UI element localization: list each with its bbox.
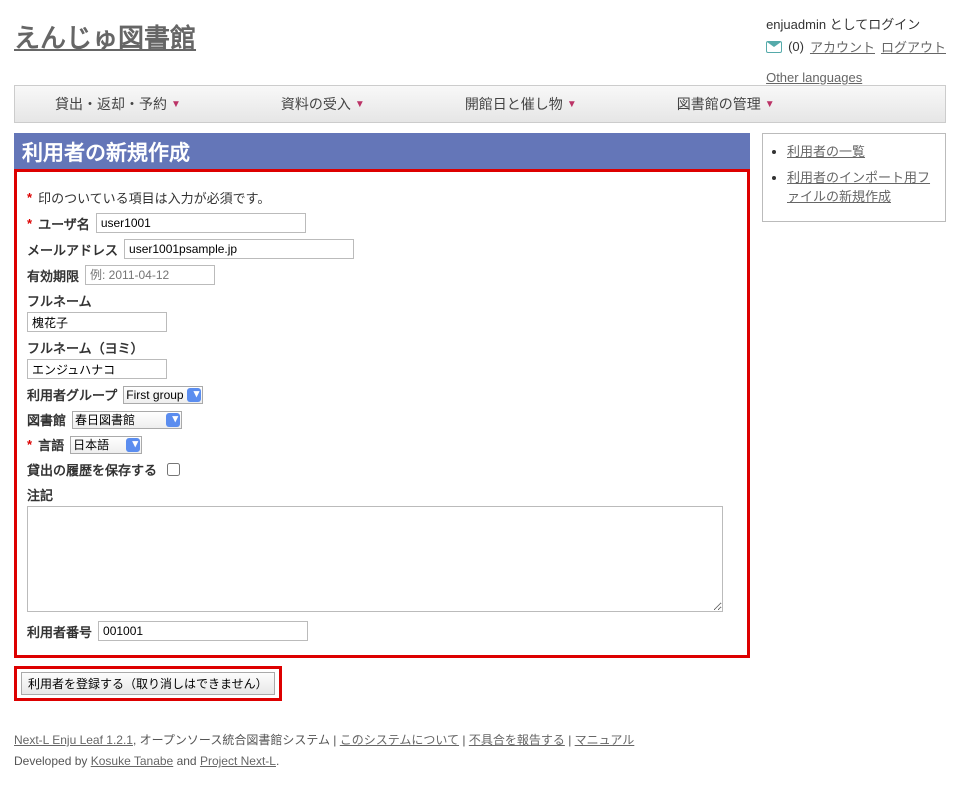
library-select-wrap: 春日図書館 <box>72 411 182 429</box>
required-asterisk-icon: * <box>27 190 32 205</box>
mail-icon[interactable] <box>766 41 782 53</box>
mail-count: (0) <box>788 39 804 54</box>
sidebar-item-users: 利用者の一覧 <box>787 142 939 162</box>
sidebar: 利用者の一覧 利用者のインポート用ファイルの新規作成 <box>762 133 946 222</box>
footer-dev-mid: and <box>173 754 200 768</box>
login-box: enjuadmin としてログイン (0) アカウント ログアウト Other … <box>766 14 946 85</box>
submit-button[interactable] <box>21 672 275 695</box>
menubar: 貸出・返却・予約 ▼ 資料の受入 ▼ 開館日と催し物 ▼ 図書館の管理 ▼ <box>14 85 946 123</box>
account-link[interactable]: アカウント <box>810 37 875 56</box>
footer-product-link[interactable]: Next-L Enju Leaf 1.2.1 <box>14 733 133 747</box>
note-label: 注記 <box>27 485 737 504</box>
save-history-checkbox[interactable] <box>167 463 180 476</box>
user-number-label: 利用者番号 <box>27 622 92 641</box>
footer-dev2-link[interactable]: Project Next-L <box>200 754 276 768</box>
menu-admin[interactable]: 図書館の管理 ▼ <box>647 92 805 116</box>
username-label: ユーザ名 <box>38 214 90 233</box>
menu-checkout-label: 貸出・返却・予約 <box>55 94 167 114</box>
chevron-down-icon: ▼ <box>171 99 181 110</box>
username-input[interactable] <box>96 213 306 233</box>
footer-product-tail: , オープンソース統合図書館システム | <box>133 733 336 747</box>
library-select[interactable]: 春日図書館 <box>72 411 182 429</box>
required-asterisk-icon: * <box>27 437 32 452</box>
fullname-input[interactable] <box>27 312 167 332</box>
library-label: 図書館 <box>27 410 66 429</box>
email-label: メールアドレス <box>27 240 118 259</box>
footer-dev-lead: Developed by <box>14 754 91 768</box>
user-number-input[interactable] <box>98 621 308 641</box>
chevron-down-icon: ▼ <box>765 99 775 110</box>
sidebar-item-import: 利用者のインポート用ファイルの新規作成 <box>787 168 939 207</box>
fullname-kana-input[interactable] <box>27 359 167 379</box>
footer-manual-link[interactable]: マニュアル <box>575 733 635 747</box>
login-status: enjuadmin としてログイン <box>766 14 920 33</box>
logout-link[interactable]: ログアウト <box>881 37 946 56</box>
user-form: * 印のついている項目は入力が必須です。 * ユーザ名 メールアドレス 有効期限… <box>14 169 750 658</box>
sidebar-link-users-list[interactable]: 利用者の一覧 <box>787 144 865 159</box>
menu-admin-label: 図書館の管理 <box>677 94 761 114</box>
email-input[interactable] <box>124 239 354 259</box>
group-select[interactable]: First group <box>123 386 203 404</box>
other-languages-link[interactable]: Other languages <box>766 70 862 85</box>
footer-dev1-link[interactable]: Kosuke Tanabe <box>91 754 174 768</box>
note-textarea[interactable] <box>27 506 723 612</box>
required-note: 印のついている項目は入力が必須です。 <box>38 188 270 207</box>
expire-label: 有効期限 <box>27 266 79 285</box>
site-title[interactable]: えんじゅ図書館 <box>14 18 196 55</box>
group-label: 利用者グループ <box>27 385 117 404</box>
locale-select-wrap: 日本語 <box>70 436 142 454</box>
footer-report-link[interactable]: 不具合を報告する <box>469 733 565 747</box>
menu-acquisition-label: 資料の受入 <box>281 94 351 114</box>
chevron-down-icon: ▼ <box>355 99 365 110</box>
submit-wrap <box>14 666 282 701</box>
fullname-kana-label: フルネーム（ヨミ） <box>27 338 737 357</box>
chevron-down-icon: ▼ <box>567 99 577 110</box>
expire-input[interactable] <box>85 265 215 285</box>
locale-select[interactable]: 日本語 <box>70 436 142 454</box>
required-asterisk-icon: * <box>27 216 32 231</box>
menu-calendar[interactable]: 開館日と催し物 ▼ <box>435 92 607 116</box>
menu-acquisition[interactable]: 資料の受入 ▼ <box>251 92 395 116</box>
fullname-label: フルネーム <box>27 291 737 310</box>
footer-sep: | <box>565 733 575 747</box>
sidebar-link-import[interactable]: 利用者のインポート用ファイルの新規作成 <box>787 170 930 205</box>
page-title: 利用者の新規作成 <box>14 133 750 171</box>
group-select-wrap: First group <box>123 386 203 404</box>
locale-label: 言語 <box>38 435 64 454</box>
footer: Next-L Enju Leaf 1.2.1, オープンソース統合図書館システム… <box>14 731 750 768</box>
footer-dev-tail: . <box>276 754 279 768</box>
save-history-label: 貸出の履歴を保存する <box>27 460 157 479</box>
menu-calendar-label: 開館日と催し物 <box>465 94 563 114</box>
footer-sep: | <box>459 733 469 747</box>
menu-checkout[interactable]: 貸出・返却・予約 ▼ <box>25 92 211 116</box>
footer-about-link[interactable]: このシステムについて <box>340 733 459 747</box>
